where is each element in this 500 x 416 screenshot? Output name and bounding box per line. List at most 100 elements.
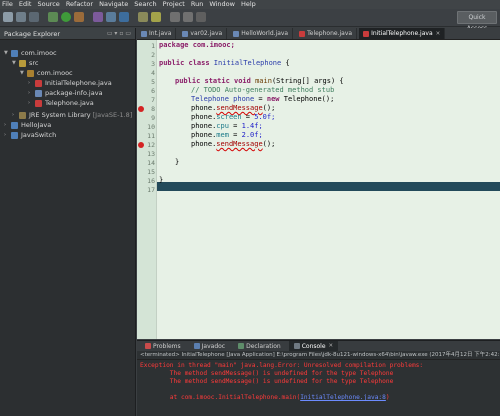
new-class-icon[interactable]: [119, 12, 129, 22]
quick-access-field[interactable]: Quick Access: [457, 11, 497, 32]
expand-arrow-icon[interactable]: ▼: [4, 50, 10, 56]
code-token: phone.: [191, 131, 217, 139]
tree-item-jre-system-library[interactable]: › JRE System Library [JavaSE-1.8]: [12, 110, 132, 120]
external-tools-icon[interactable]: [74, 12, 84, 22]
expand-arrow-icon[interactable]: ▼: [12, 60, 18, 66]
toolbar: Quick Access: [0, 9, 500, 32]
line-number: 13: [147, 150, 155, 158]
code-line-1: package com.imooc;: [159, 40, 235, 51]
tree-item-package-com-imooc[interactable]: ▼ com.imooc: [20, 68, 73, 78]
tree-item-label: JRE System Library: [29, 111, 91, 119]
view-menu-icon[interactable]: ▭ ▾ ▫ ▭: [107, 30, 131, 37]
tree-item-src[interactable]: ▼ src: [12, 58, 39, 68]
close-tab-icon[interactable]: ✕: [436, 31, 441, 37]
java-file-error-icon: [299, 30, 306, 37]
line-number-ruler: 1 2 3 4 5 6 7 8 9 10 11 12 13 14 15 16 1…: [137, 40, 157, 339]
package-explorer-title[interactable]: Package Explorer: [4, 30, 60, 38]
tree-item-project-hellojava[interactable]: › HelloJava: [4, 120, 51, 130]
collapse-arrow-icon[interactable]: ›: [28, 80, 34, 86]
code-token: (String[] args) {: [271, 77, 344, 85]
code-token: 1.4f;: [241, 122, 263, 130]
tab-console[interactable]: Console ✕: [288, 340, 339, 352]
tree-item-initialtelephone-java[interactable]: › InitialTelephone.java: [28, 78, 112, 88]
menu-project[interactable]: Project: [163, 0, 185, 9]
menu-source[interactable]: Source: [37, 0, 59, 9]
expand-arrow-icon[interactable]: ▼: [20, 70, 26, 76]
menu-edit[interactable]: Edit: [19, 0, 32, 9]
tree-item-package-info-java[interactable]: › package-info.java: [28, 88, 103, 98]
tab-helloworld-java[interactable]: HelloWorld.java: [229, 28, 294, 39]
collapse-arrow-icon[interactable]: ›: [28, 90, 34, 96]
run-icon[interactable]: [61, 12, 71, 22]
new-java-project-icon[interactable]: [93, 12, 103, 22]
tab-problems[interactable]: Problems: [140, 341, 186, 352]
stack-trace-text: at com.imooc.InitialTelephone.main(: [140, 394, 301, 401]
tab-javadoc[interactable]: Javadoc: [189, 341, 230, 352]
line-number: 9: [151, 114, 155, 122]
debug-icon[interactable]: [48, 12, 58, 22]
java-file-error-icon: [35, 79, 42, 87]
stack-trace-link[interactable]: InitialTelephone.java:8: [300, 394, 386, 401]
code-token: new: [266, 95, 284, 103]
line-number: 10: [147, 123, 155, 131]
new-icon[interactable]: [3, 12, 13, 22]
package-icon: [27, 69, 34, 77]
tab-declaration[interactable]: Declaration: [233, 341, 286, 352]
bottom-panel-tabs: Problems Javadoc Declaration Console ✕: [137, 340, 500, 352]
tree-item-telephone-java[interactable]: › Telephone.java: [28, 98, 94, 108]
code-editor[interactable]: 1 2 3 4 5 6 7 8 9 10 11 12 13 14 15 16 1…: [137, 40, 500, 339]
error-marker-icon[interactable]: [138, 142, 144, 148]
tab-var02-java[interactable]: var02.java: [178, 28, 228, 39]
tree-item-project-javaswitch[interactable]: › JavaSwitch: [4, 130, 56, 140]
last-edit-icon[interactable]: [196, 12, 206, 22]
tree-item-label: JavaSwitch: [21, 131, 57, 139]
java-file-icon: [35, 89, 42, 97]
collapse-arrow-icon[interactable]: ›: [12, 112, 18, 118]
back-icon[interactable]: [170, 12, 180, 22]
collapse-arrow-icon[interactable]: ›: [4, 122, 10, 128]
console-view[interactable]: <terminated> InitialTelephone [Java Appl…: [137, 351, 500, 416]
collapse-arrow-icon[interactable]: ›: [28, 100, 34, 106]
menu-help[interactable]: Help: [241, 0, 256, 9]
code-token: phone.: [191, 113, 217, 121]
tree-item-label: InitialTelephone.java: [45, 79, 112, 87]
search-icon[interactable]: [151, 12, 161, 22]
tree-item-decoration: [JavaSE-1.8]: [92, 111, 133, 119]
tab-int-java[interactable]: Int.java: [137, 28, 177, 39]
code-token: =: [228, 122, 242, 130]
collapse-arrow-icon[interactable]: ›: [4, 132, 10, 138]
tree-item-project-com-imooc[interactable]: ▼ com.imooc: [4, 48, 57, 58]
error-marker-icon[interactable]: [138, 106, 144, 112]
package-explorer: Package Explorer ▭ ▾ ▫ ▭ ▼ com.imooc ▼ src…: [0, 28, 136, 416]
code-line-3: public class InitialTelephone {: [159, 58, 290, 69]
tab-telephone-java[interactable]: Telephone.java: [295, 28, 358, 39]
code-token: public class: [159, 59, 214, 67]
line-number: 4: [151, 69, 155, 77]
line-number: 14: [147, 159, 155, 167]
menu-navigate[interactable]: Navigate: [99, 0, 128, 9]
project-icon: [11, 121, 18, 129]
save-icon[interactable]: [16, 12, 26, 22]
current-line-highlight: [157, 182, 500, 191]
console-line: at com.imooc.InitialTelephone.main(Initi…: [140, 394, 390, 401]
forward-icon[interactable]: [183, 12, 193, 22]
code-line-14: }: [175, 157, 179, 168]
menu-run[interactable]: Run: [191, 0, 203, 9]
code-token: ();: [262, 140, 276, 148]
code-token: package com.imooc;: [159, 41, 235, 49]
save-all-icon[interactable]: [29, 12, 39, 22]
console-line: Exception in thread "main" java.lang.Err…: [140, 362, 424, 369]
code-token: ();: [262, 104, 276, 112]
tab-initialtelephone-java[interactable]: InitialTelephone.java ✕: [359, 28, 446, 39]
menu-search[interactable]: Search: [134, 0, 156, 9]
tree-item-label: com.imooc: [21, 49, 57, 57]
menu-file[interactable]: File: [2, 0, 13, 9]
problems-icon: [145, 343, 151, 349]
menu-refactor[interactable]: Refactor: [66, 0, 93, 9]
close-tab-icon[interactable]: ✕: [329, 343, 334, 349]
open-type-icon[interactable]: [138, 12, 148, 22]
console-icon: [293, 343, 300, 349]
tree-item-label: HelloJava: [21, 121, 52, 129]
new-package-icon[interactable]: [106, 12, 116, 22]
menu-window[interactable]: Window: [209, 0, 235, 9]
